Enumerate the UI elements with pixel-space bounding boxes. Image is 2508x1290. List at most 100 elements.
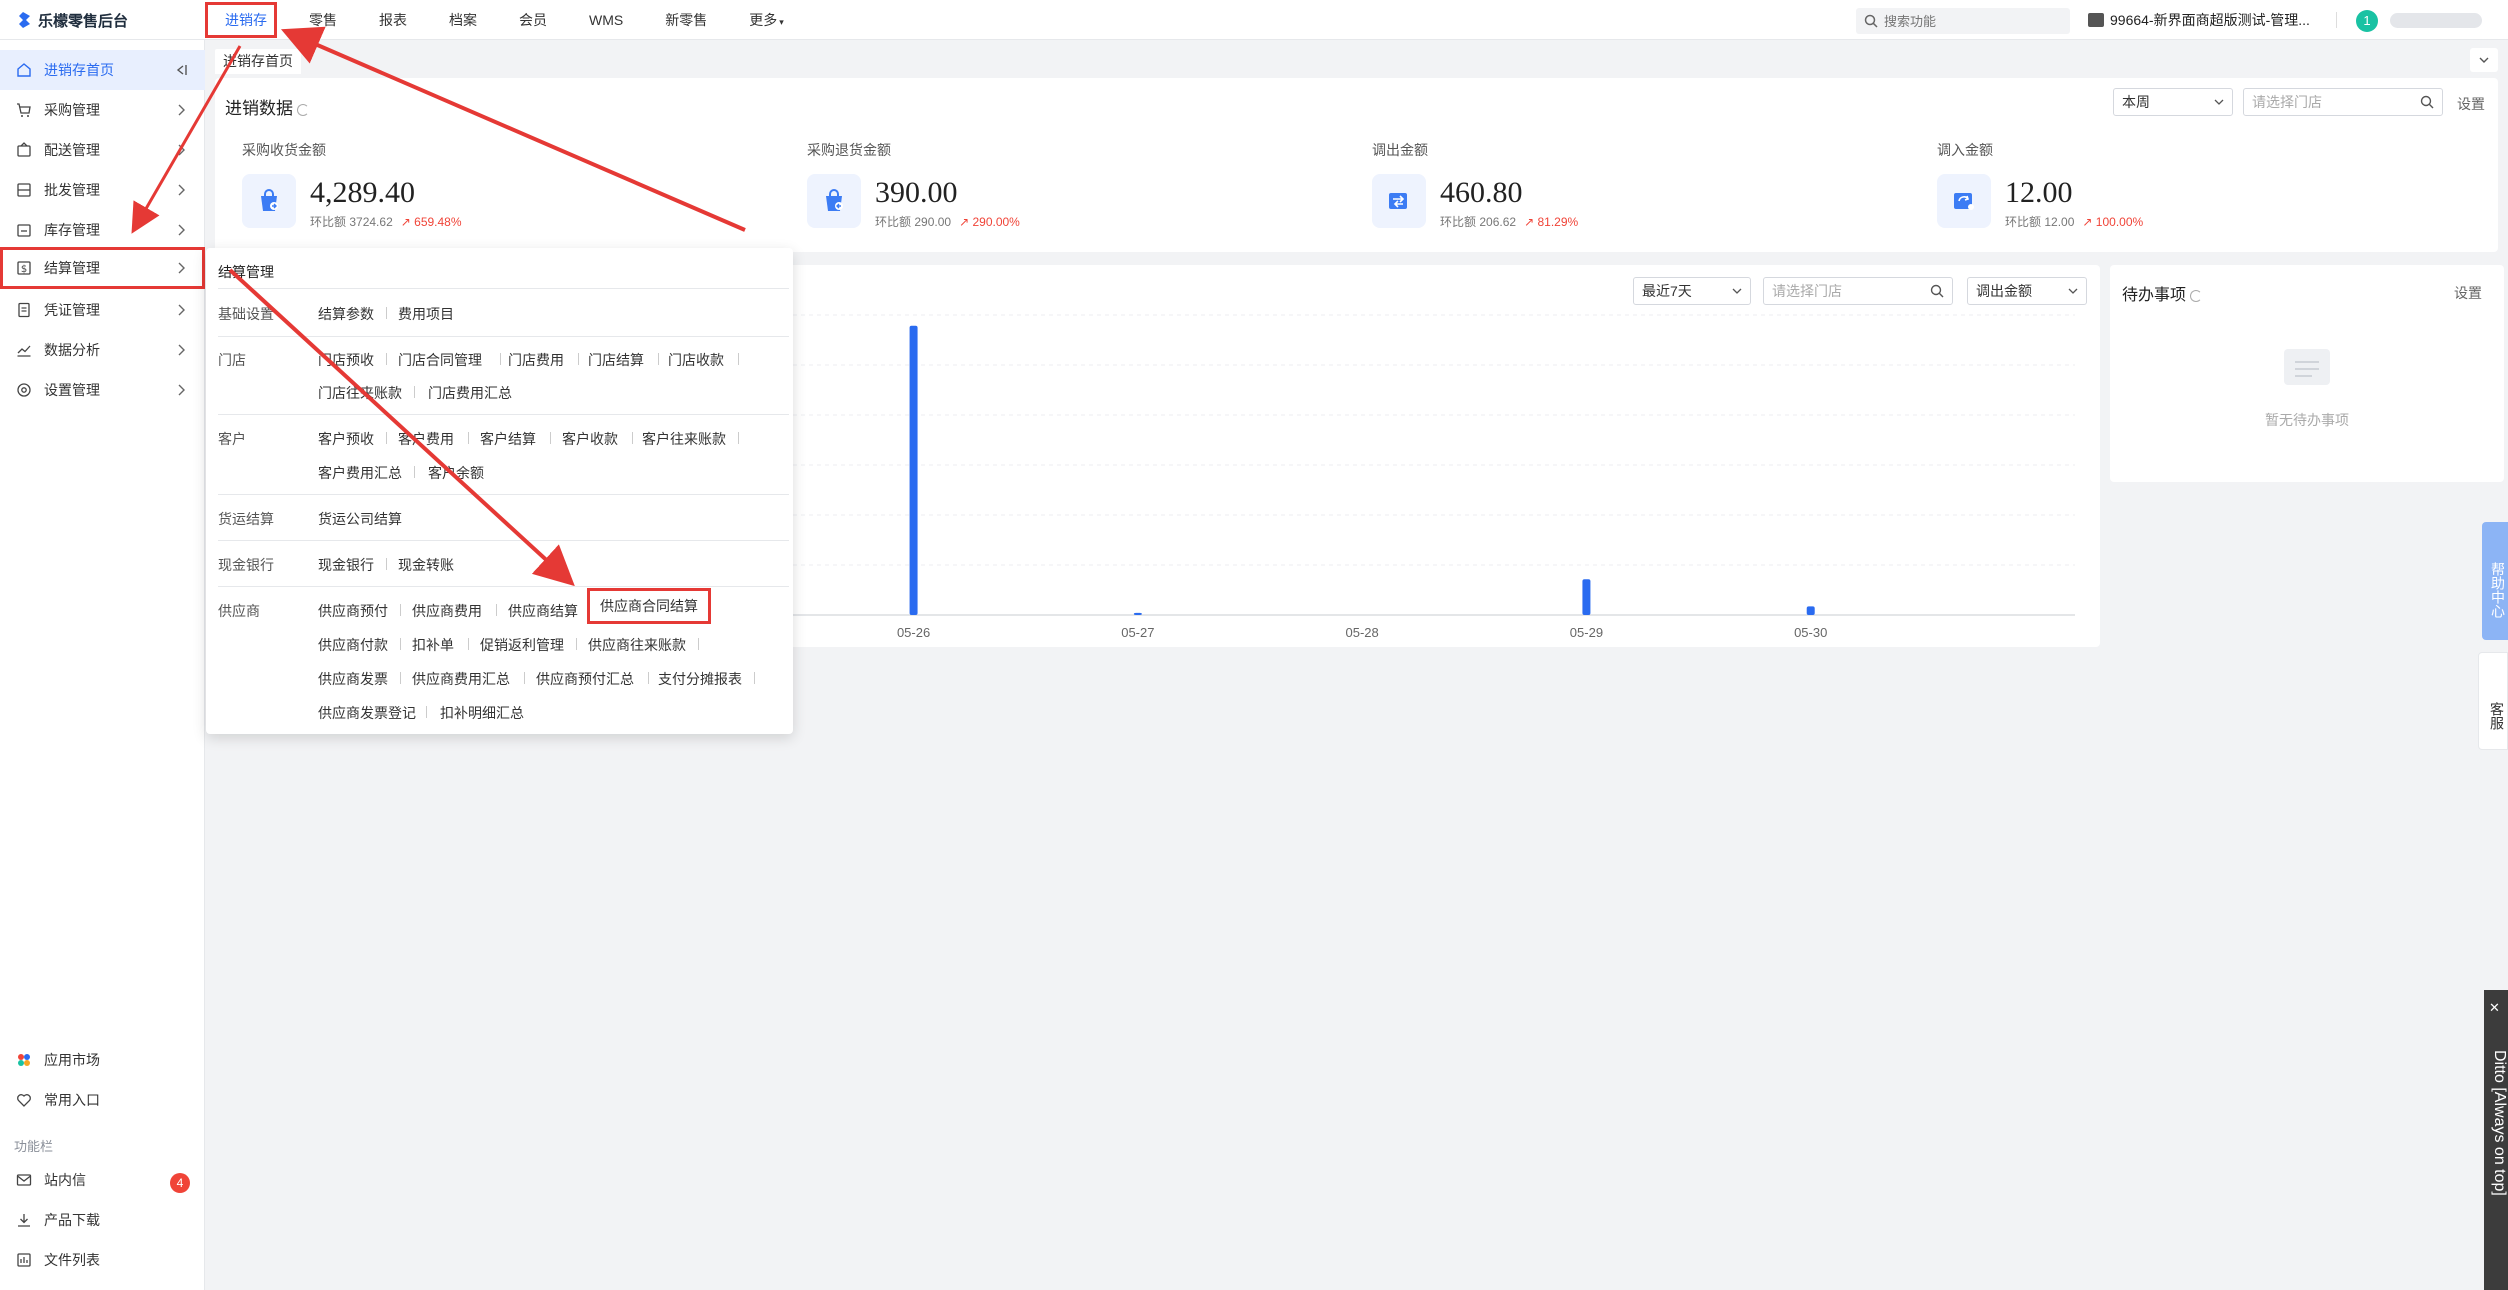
collapse-sidebar-icon[interactable]: [173, 62, 189, 78]
menu-link-deduction-slip[interactable]: 扣补单: [412, 635, 454, 655]
menu-link-supplier-payment[interactable]: 供应商付款: [318, 635, 388, 655]
menu-link-customer-fees[interactable]: 客户费用: [398, 429, 454, 449]
sidebar-downloads[interactable]: 产品下载: [0, 1200, 205, 1240]
todo-card: 待办事项 设置 暂无待办事项: [2110, 265, 2504, 482]
box-icon: [16, 142, 32, 158]
store-select-placeholder: 请选择门店: [2252, 94, 2322, 110]
menu-link-supplier-prepay-summary[interactable]: 供应商预付汇总: [536, 669, 634, 689]
menu-link-supplier-fees[interactable]: 供应商费用: [412, 601, 482, 621]
menu-link-supplier-invoice-register[interactable]: 供应商发票登记: [318, 703, 416, 723]
store-switcher[interactable]: 99664-新界面商超版测试-管理...: [2088, 0, 2310, 40]
period-select[interactable]: 本周: [2113, 88, 2233, 116]
menu-link-store-receipts[interactable]: 门店收款: [668, 350, 724, 370]
metric-value: 460.80: [1440, 176, 1523, 209]
user-name-blurred[interactable]: [2390, 13, 2482, 28]
sidebar-item-inventory[interactable]: 库存管理: [0, 210, 205, 250]
menu-link-store-accounts[interactable]: 门店往来账款: [318, 383, 402, 403]
search-icon: [2420, 95, 2434, 109]
sidebar-file-list[interactable]: 文件列表: [0, 1240, 205, 1280]
topnav-more[interactable]: 更多 ▾: [728, 0, 805, 40]
logo-icon: [19, 12, 30, 28]
overview-settings-link[interactable]: 设置: [2457, 94, 2485, 114]
search-icon: [1864, 14, 1878, 28]
menu-link-store-contract[interactable]: 门店合同管理: [398, 350, 482, 370]
menu-title: 结算管理: [218, 264, 274, 280]
topnav-reports[interactable]: 报表: [358, 0, 428, 40]
sidebar-item-label: 产品下载: [44, 1212, 100, 1228]
menu-link-store-settlement[interactable]: 门店结算: [588, 350, 644, 370]
topnav-retail[interactable]: 零售: [288, 0, 358, 40]
menu-link-deduction-summary[interactable]: 扣补明细汇总: [440, 703, 524, 723]
chart-bar: [1582, 579, 1591, 615]
sidebar-item-voucher[interactable]: 凭证管理: [0, 290, 205, 330]
trend-up-icon: ↗: [2082, 215, 2093, 229]
chart-x-tick-label: 05-28: [1346, 625, 1379, 640]
menu-category-cash-bank: 现金银行: [218, 557, 274, 573]
sidebar-item-wholesale[interactable]: 批发管理: [0, 170, 205, 210]
sidebar-item-settlement[interactable]: $ 结算管理: [0, 247, 205, 289]
sidebar-item-label: 结算管理: [44, 260, 100, 276]
file-list-icon: [16, 1252, 32, 1268]
overview-title-text: 进销数据: [225, 99, 293, 118]
menu-link-promo-rebate[interactable]: 促销返利管理: [480, 635, 564, 655]
topnav-archive[interactable]: 档案: [428, 0, 498, 40]
close-icon[interactable]: ✕: [2489, 1000, 2500, 1016]
todo-settings-link[interactable]: 设置: [2454, 283, 2482, 303]
menu-link-customer-balance[interactable]: 客户余额: [428, 463, 484, 483]
menu-divider: [218, 336, 789, 337]
app-logo[interactable]: 乐檬零售后台: [14, 0, 128, 40]
help-center-tab[interactable]: 帮助中心: [2482, 522, 2508, 640]
chevron-right-icon: [178, 344, 185, 356]
sidebar-item-label: 常用入口: [44, 1092, 100, 1108]
sidebar-favorites[interactable]: 常用入口: [0, 1080, 205, 1120]
menu-link-supplier-accounts[interactable]: 供应商往来账款: [588, 635, 686, 655]
sidebar-messages[interactable]: 站内信 4: [0, 1160, 205, 1200]
menu-link-store-fee-summary[interactable]: 门店费用汇总: [428, 383, 512, 403]
tab-home[interactable]: 进销存首页: [215, 49, 301, 74]
sidebar-item-settings[interactable]: 设置管理: [0, 370, 205, 410]
sidebar-app-market[interactable]: 应用市场: [0, 1040, 205, 1080]
menu-link-payment-allocation[interactable]: 支付分摊报表: [658, 669, 742, 689]
menu-link-customer-settlement[interactable]: 客户结算: [480, 429, 536, 449]
dollar-icon: $: [16, 260, 32, 276]
ditto-window-bar[interactable]: Ditto [Always on top]: [2484, 990, 2508, 1290]
menu-category-basic: 基础设置: [218, 306, 274, 322]
refresh-icon[interactable]: [297, 103, 309, 116]
menu-link-supplier-settlement[interactable]: 供应商结算: [508, 601, 578, 621]
menu-link-customer-receipts[interactable]: 客户收款: [562, 429, 618, 449]
sidebar-item-analytics[interactable]: 数据分析: [0, 330, 205, 370]
menu-link-supplier-fee-summary[interactable]: 供应商费用汇总: [412, 669, 510, 689]
menu-link-cash-transfer[interactable]: 现金转账: [398, 555, 454, 575]
notification-avatar[interactable]: 1: [2356, 10, 2378, 32]
change-percent: 100.00%: [2095, 215, 2144, 229]
refresh-icon[interactable]: [2190, 289, 2203, 302]
tab-collapse-button[interactable]: [2470, 48, 2498, 72]
menu-link-supplier-contract-settlement[interactable]: 供应商合同结算: [587, 588, 711, 624]
topnav-new-retail[interactable]: 新零售: [644, 0, 728, 40]
menu-link-supplier-prepay[interactable]: 供应商预付: [318, 601, 388, 621]
inventory-icon: [16, 222, 32, 238]
sidebar-item-distribution[interactable]: 配送管理: [0, 130, 205, 170]
menu-link-fee-items[interactable]: 费用项目: [398, 304, 454, 324]
function-search[interactable]: [1856, 8, 2070, 34]
menu-link-store-fees[interactable]: 门店费用: [508, 350, 564, 370]
menu-link-customer-prepay[interactable]: 客户预收: [318, 429, 374, 449]
chevron-right-icon: [178, 304, 185, 316]
sidebar-item-purchase[interactable]: 采购管理: [0, 90, 205, 130]
menu-link-cash-bank[interactable]: 现金银行: [318, 555, 374, 575]
sidebar-item-home[interactable]: 进销存首页: [0, 50, 205, 90]
menu-link-store-prepay[interactable]: 门店预收: [318, 350, 374, 370]
menu-link-customer-accounts[interactable]: 客户往来账款: [642, 429, 726, 449]
menu-link-settlement-params[interactable]: 结算参数: [318, 304, 374, 324]
menu-link-supplier-invoice[interactable]: 供应商发票: [318, 669, 388, 689]
topnav-member[interactable]: 会员: [498, 0, 568, 40]
customer-service-tab[interactable]: 客服: [2478, 652, 2508, 750]
menu-link-freight-settlement[interactable]: 货运公司结算: [318, 509, 402, 529]
topnav-wms[interactable]: WMS: [568, 0, 644, 40]
change-up: ↗ 290.00%: [959, 215, 1020, 229]
store-select[interactable]: 请选择门店: [2243, 88, 2443, 116]
function-search-input[interactable]: [1884, 13, 2054, 29]
menu-divider: [738, 432, 739, 444]
chart-bar: [1133, 612, 1142, 615]
menu-link-customer-fee-summary[interactable]: 客户费用汇总: [318, 463, 402, 483]
